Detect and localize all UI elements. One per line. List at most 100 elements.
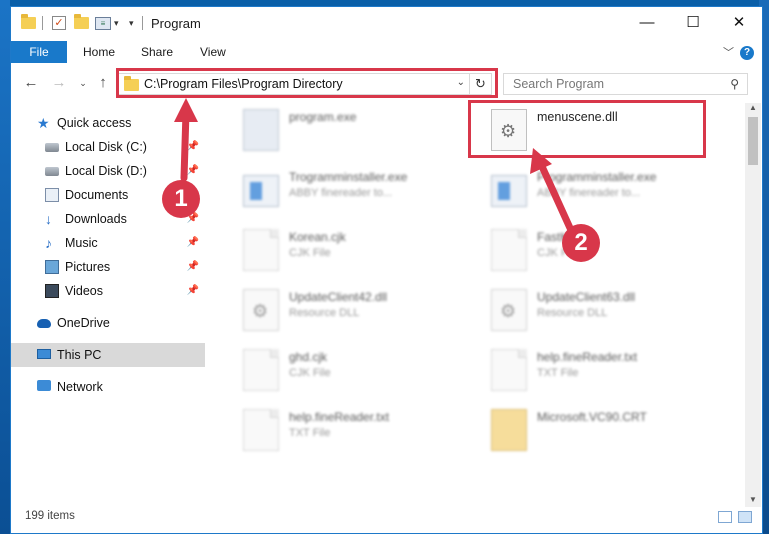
scroll-down-icon[interactable]: ▼	[745, 495, 761, 507]
file-item[interactable]: ghd.cjk CJK File	[231, 343, 476, 399]
file-item[interactable]: Korean.cjk CJK File	[231, 223, 476, 279]
file-name: Korean.cjk	[289, 230, 346, 244]
app-icon	[491, 175, 527, 207]
app-icon	[243, 175, 279, 207]
star-icon: ★	[37, 115, 50, 131]
customize-toolbar-chevron-icon[interactable]: ▾	[114, 18, 119, 29]
file-type: ABBY finereader to...	[289, 187, 393, 199]
gear-icon: ⚙	[500, 301, 517, 321]
sidebar-item-label: Pictures	[65, 260, 111, 274]
pin-icon: 📌	[186, 237, 199, 248]
tab-file[interactable]: File	[11, 41, 67, 63]
pc-icon	[37, 349, 51, 359]
file-type: Resource DLL	[289, 307, 360, 319]
tab-view[interactable]: View	[200, 41, 226, 63]
documents-icon	[45, 188, 59, 202]
title-bar: ✓ ≡ ▾ ▾ Program — ☐ ✕	[11, 7, 762, 39]
customize-toolbar-dropdown-icon[interactable]: ▾	[129, 18, 134, 29]
file-name: help.fineReader.txt	[289, 410, 390, 424]
file-list: program.exe ⚙ menuscene.dll Trogramminst…	[221, 103, 741, 507]
maximize-button[interactable]: ☐	[670, 7, 716, 39]
search-placeholder: Search Program	[513, 77, 605, 91]
file-item[interactable]: Microsoft.VC90.CRT	[479, 403, 724, 459]
ribbon-tabs: File Home Share View ﹀ ?	[11, 39, 762, 63]
file-name: Programminstaller.exe	[537, 170, 657, 184]
new-folder-icon[interactable]	[74, 14, 89, 29]
file-type: CJK File	[289, 247, 331, 259]
sidebar-item-quick-access[interactable]: ★ Quick access	[11, 111, 205, 135]
file-name: UpdateClient42.dll	[289, 290, 388, 304]
sidebar-item-local-disk-c[interactable]: Local Disk (C:) 📌	[11, 135, 205, 159]
pin-icon: 📌	[186, 141, 199, 152]
file-item[interactable]: help.fineReader.txt TXT File	[479, 343, 724, 399]
file-item[interactable]: ⚙ UpdateClient63.dll Resource DLL	[479, 283, 724, 339]
minimize-button[interactable]: —	[624, 7, 670, 39]
tab-home[interactable]: Home	[83, 41, 115, 63]
vertical-scrollbar[interactable]: ▲ ▼	[745, 103, 761, 507]
exe-icon	[243, 109, 279, 151]
document-icon	[243, 229, 279, 271]
pin-icon: 📌	[186, 261, 199, 272]
scroll-up-icon[interactable]: ▲	[745, 103, 761, 115]
sidebar-item-network[interactable]: Network	[11, 375, 205, 399]
file-type: TXT File	[289, 427, 331, 439]
back-arrow-icon[interactable]: ←	[21, 73, 41, 93]
sidebar-item-label: Network	[57, 380, 103, 394]
file-name: Microsoft.VC90.CRT	[537, 410, 647, 424]
scrollbar-thumb[interactable]	[748, 117, 758, 165]
large-icons-view-icon[interactable]	[738, 511, 752, 523]
document-icon	[243, 409, 279, 451]
close-button[interactable]: ✕	[716, 7, 762, 39]
file-item[interactable]: Programminstaller.exe ABBY finereader to…	[479, 163, 724, 219]
file-item[interactable]: program.exe	[231, 103, 476, 159]
file-item[interactable]: Trogramminstaller.exe ABBY finereader to…	[231, 163, 476, 219]
details-view-icon[interactable]	[718, 511, 732, 523]
search-icon[interactable]: ⚲	[730, 77, 739, 91]
dll-icon: ⚙	[243, 289, 279, 331]
toolbar-separator	[42, 16, 43, 30]
document-icon	[243, 349, 279, 391]
status-bar: 199 items	[11, 507, 762, 529]
file-name: program.exe	[289, 110, 357, 124]
network-icon	[37, 380, 51, 391]
sidebar-item-label: This PC	[57, 348, 102, 362]
pin-icon: 📌	[186, 165, 199, 176]
sidebar-item-pictures[interactable]: Pictures 📌	[11, 255, 205, 279]
sidebar-item-label: OneDrive	[57, 316, 110, 330]
folder-icon	[491, 409, 527, 451]
tab-share[interactable]: Share	[141, 41, 173, 63]
sidebar-item-onedrive[interactable]: OneDrive	[11, 311, 205, 335]
file-item[interactable]: help.fineReader.txt TXT File	[231, 403, 476, 459]
file-type: ABBY finereader to...	[537, 187, 641, 199]
search-box[interactable]: Search Program ⚲	[503, 73, 748, 95]
up-arrow-icon[interactable]: ↑	[93, 73, 113, 93]
file-type: Resource DLL	[537, 307, 608, 319]
title-separator	[142, 16, 143, 30]
sidebar-item-label: Videos	[65, 284, 103, 298]
file-item[interactable]: FastK CJK File	[479, 223, 724, 279]
file-name: help.fineReader.txt	[537, 350, 638, 364]
desktop-background-left	[0, 0, 10, 534]
file-item[interactable]: ⚙ UpdateClient42.dll Resource DLL	[231, 283, 476, 339]
music-icon: ♪	[45, 235, 52, 251]
help-icon[interactable]: ?	[740, 46, 754, 60]
sidebar-item-videos[interactable]: Videos 📌	[11, 279, 205, 303]
expand-ribbon-chevron-icon[interactable]: ﹀	[723, 44, 734, 60]
sidebar-item-local-disk-d[interactable]: Local Disk (D:) 📌	[11, 159, 205, 183]
gear-icon: ⚙	[252, 301, 269, 321]
disk-icon	[45, 167, 59, 176]
properties-check-icon[interactable]: ✓	[52, 16, 66, 30]
folder-icon	[21, 14, 36, 29]
sidebar-item-this-pc[interactable]: This PC	[11, 343, 205, 367]
document-icon	[491, 229, 527, 271]
document-icon	[491, 349, 527, 391]
recent-locations-chevron-icon[interactable]: ⌄	[73, 73, 93, 93]
customize-view-icon[interactable]: ≡	[95, 16, 111, 30]
sidebar-item-music[interactable]: ♪ Music 📌	[11, 231, 205, 255]
forward-arrow-icon[interactable]: →	[49, 73, 69, 93]
sidebar-item-label: Quick access	[57, 116, 132, 130]
dll-icon: ⚙	[491, 289, 527, 331]
sidebar-item-label: Local Disk (C:)	[65, 140, 147, 154]
file-type: TXT File	[537, 367, 579, 379]
download-icon: ↓	[45, 211, 52, 227]
